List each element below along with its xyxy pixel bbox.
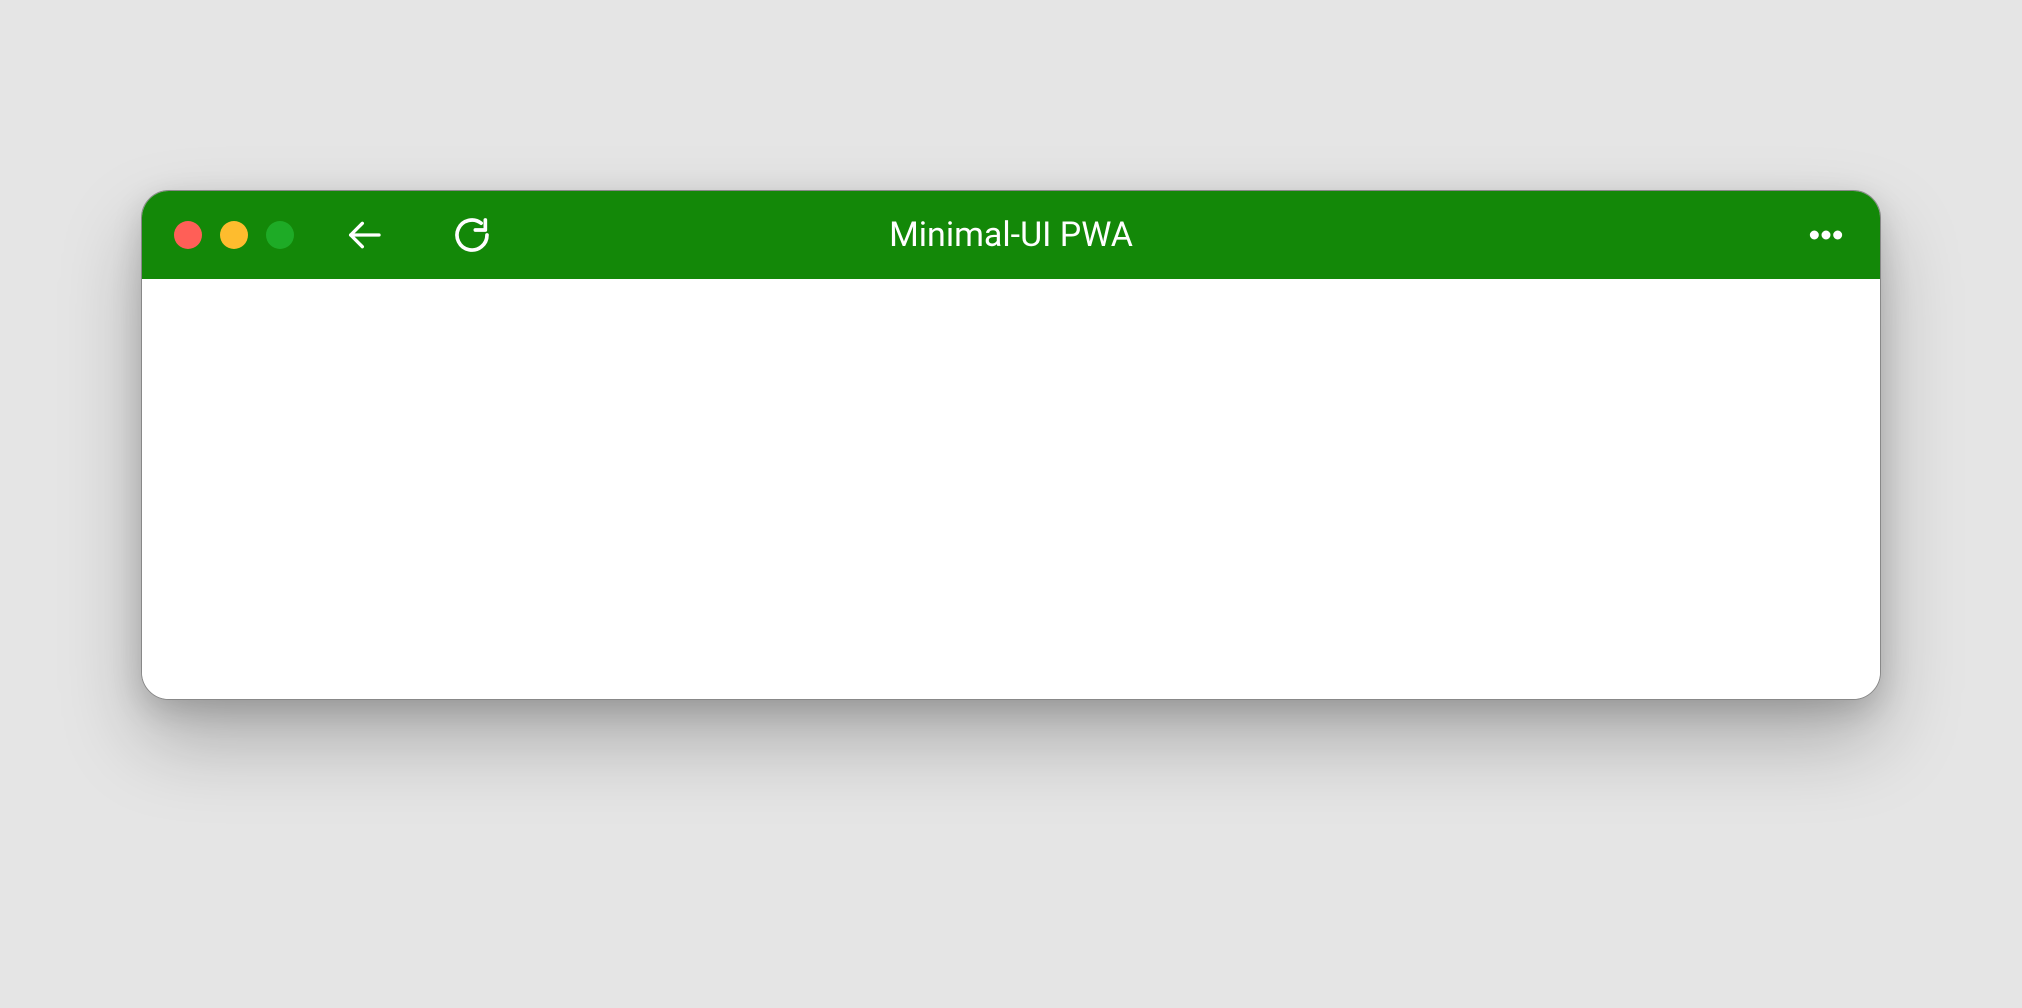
more-horizontal-icon — [1806, 215, 1846, 255]
content-area — [142, 279, 1880, 699]
back-button[interactable] — [342, 213, 386, 257]
window-title: Minimal-UI PWA — [889, 215, 1133, 255]
reload-button[interactable] — [450, 213, 494, 257]
minimize-button[interactable] — [220, 221, 248, 249]
more-button[interactable] — [1804, 213, 1848, 257]
maximize-button[interactable] — [266, 221, 294, 249]
nav-controls — [342, 213, 494, 257]
titlebar: Minimal-UI PWA — [142, 191, 1880, 279]
arrow-left-icon — [344, 215, 384, 255]
reload-icon — [452, 215, 492, 255]
traffic-lights — [174, 221, 294, 249]
right-controls — [1804, 213, 1848, 257]
app-window: Minimal-UI PWA — [141, 190, 1881, 700]
close-button[interactable] — [174, 221, 202, 249]
